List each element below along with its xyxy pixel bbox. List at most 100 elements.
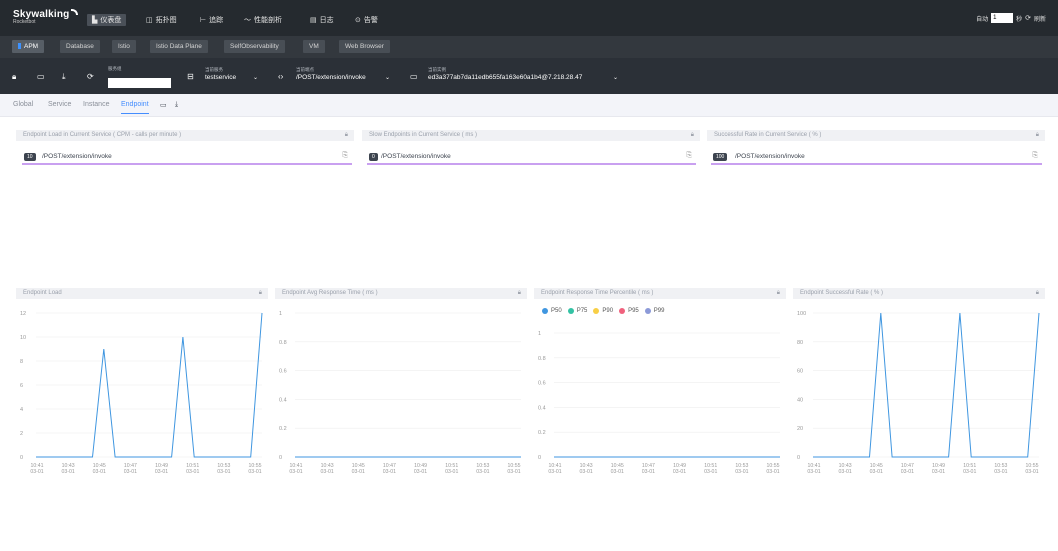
- service-group-input[interactable]: [108, 78, 171, 88]
- service-group-label: 服务组: [108, 66, 122, 71]
- response-percentile-chart: 0 0.2 0.4 0.6 0.8 1 10:41 03-01 10:43 03-01 10:45 0…: [534, 303, 786, 475]
- chevron-down-icon[interactable]: ⌄: [613, 74, 618, 81]
- list-item[interactable]: 100 /POST/extension/invoke ⎘: [711, 150, 1042, 165]
- y-tick-label: 0.6: [538, 381, 546, 387]
- lock-icon[interactable]: 🔒︎: [345, 130, 348, 141]
- chart-title-text: Endpoint Successful Rate ( % ): [800, 290, 884, 296]
- x-tick-label: 03-01: [839, 469, 852, 475]
- layer-web-browser[interactable]: Web Browser: [339, 40, 390, 53]
- auto-label[interactable]: 自动: [976, 14, 988, 23]
- reload-icon[interactable]: ⟳: [87, 72, 94, 81]
- lock-icon[interactable]: 🔒︎: [777, 288, 780, 299]
- panel-title-text: Slow Endpoints in Current Service ( ms ): [369, 132, 478, 138]
- x-tick-label: 03-01: [217, 469, 230, 475]
- chart-title: Endpoint Load 🔒︎: [16, 288, 268, 299]
- instance-value: ed3a377ab7da11edb655fa163e60a1b4@7.218.2…: [428, 74, 583, 81]
- nav-alarm[interactable]: ⊙ 告警: [355, 14, 378, 26]
- chart-svg: 02040608010010:4103-0110:4303-0110:4503-…: [797, 311, 1040, 475]
- x-tick-label: 03-01: [642, 469, 655, 475]
- nav-profile[interactable]: 〜 性能剖析: [244, 14, 282, 26]
- nav-trace[interactable]: ⊢ 追踪: [200, 14, 223, 26]
- nav-dashboard[interactable]: ▙ 仪表盘: [87, 14, 127, 26]
- chart-title-text: Endpoint Avg Response Time ( ms ): [282, 290, 378, 296]
- dashboard-icon: ▙: [92, 17, 98, 24]
- tab-global[interactable]: Global: [13, 101, 33, 108]
- refresh-label[interactable]: 刷新: [1034, 14, 1046, 23]
- series-line: [813, 312, 1040, 458]
- y-tick-label: 10: [20, 335, 26, 341]
- chart-title: Endpoint Successful Rate ( % ) 🔒︎: [793, 288, 1045, 299]
- x-tick-label: 03-01: [932, 469, 945, 475]
- folder-icon[interactable]: ▭: [37, 72, 45, 81]
- folder-icon[interactable]: ▭: [160, 101, 167, 109]
- y-tick-label: 0: [797, 455, 800, 461]
- layer-istio[interactable]: Istio: [112, 40, 136, 53]
- layer-vm[interactable]: VM: [303, 40, 325, 53]
- nav-label: 追踪: [209, 17, 224, 24]
- tab-instance[interactable]: Instance: [83, 101, 109, 108]
- layer-selfobservability[interactable]: SelfObservability: [224, 40, 285, 53]
- list-item[interactable]: 0 /POST/extension/invoke ⎘: [367, 150, 696, 165]
- service-value: testservice: [205, 74, 237, 81]
- profile-icon: 〜: [244, 17, 251, 24]
- y-tick-label: 0: [279, 455, 282, 461]
- download-icon[interactable]: ⤓: [62, 72, 66, 82]
- y-tick-label: 40: [797, 397, 803, 403]
- x-tick-label: 03-01: [62, 469, 75, 475]
- lock-icon[interactable]: 🔒︎: [1036, 130, 1039, 141]
- lock-icon[interactable]: 🔒︎: [691, 130, 694, 141]
- y-tick-label: 6: [20, 383, 23, 389]
- y-tick-label: 100: [797, 311, 806, 317]
- interval-input[interactable]: 1: [991, 13, 1014, 23]
- endpoint-value: /POST/extension/invoke: [296, 74, 366, 81]
- endpoint-selector[interactable]: 当前端点 /POST/extension/invoke: [296, 67, 366, 81]
- panel-title: Endpoint Load in Current Service ( CPM -…: [16, 130, 354, 141]
- endpoint-load-chart: 0 2 4 6 8 10 12 10:41 03-01 10:43 03-01 10:45 03-01 1…: [16, 303, 268, 475]
- copy-icon[interactable]: ⎘: [1032, 152, 1038, 160]
- service-label: 当前服务: [205, 67, 223, 72]
- lock-icon[interactable]: 🔒︎: [518, 288, 521, 299]
- x-tick-label: 03-01: [124, 469, 137, 475]
- chart-title: Endpoint Response Time Percentile ( ms )…: [534, 288, 786, 299]
- x-tick-label: 03-01: [963, 469, 976, 475]
- x-tick-label: 03-01: [580, 469, 593, 475]
- y-tick-label: 0.8: [279, 340, 287, 346]
- x-tick-label: 03-01: [1025, 469, 1038, 475]
- x-tick-label: 03-01: [870, 469, 883, 475]
- panel-title: Slow Endpoints in Current Service ( ms )…: [362, 130, 700, 141]
- service-selector[interactable]: 当前服务 testservice: [205, 67, 236, 81]
- lock-icon[interactable]: 🔒︎: [1036, 288, 1039, 299]
- layer-label: VM: [309, 43, 319, 50]
- x-tick-label: 03-01: [289, 469, 302, 475]
- layer-istio-data-plane[interactable]: Istio Data Plane: [150, 40, 208, 53]
- x-tick-label: 03-01: [901, 469, 914, 475]
- nav-log[interactable]: ▤ 日志: [310, 14, 334, 26]
- layer-apm[interactable]: APM: [12, 40, 45, 53]
- layer-database[interactable]: Database: [60, 40, 100, 53]
- x-tick-label: 03-01: [155, 469, 168, 475]
- lock-icon[interactable]: 🔒︎: [259, 288, 262, 299]
- copy-icon[interactable]: ⎘: [686, 152, 692, 160]
- chevron-down-icon[interactable]: ⌄: [253, 74, 258, 81]
- endpoint-icon: ‹›: [278, 72, 284, 81]
- nav-label: 性能剖析: [254, 17, 282, 24]
- chevron-down-icon[interactable]: ⌄: [385, 74, 390, 81]
- layer-label: APM: [24, 43, 39, 50]
- value-badge: 100: [713, 153, 728, 161]
- lock-icon[interactable]: 🔒︎: [12, 72, 16, 82]
- y-tick-label: 0.6: [279, 369, 287, 375]
- refresh-icon[interactable]: ⟳: [1025, 14, 1031, 22]
- tab-endpoint[interactable]: Endpoint: [121, 101, 149, 114]
- x-tick-label: 03-01: [414, 469, 427, 475]
- instance-selector[interactable]: 当前实例 ed3a377ab7da11edb655fa163e60a1b4@7.…: [428, 67, 582, 81]
- chart-svg: 00.20.40.60.8110:4103-0110:4303-0110:450…: [538, 331, 780, 475]
- tab-service[interactable]: Service: [48, 101, 71, 108]
- dashboard-tabs: Global Service Instance Endpoint ▭ ⤓: [0, 94, 1058, 117]
- download-icon[interactable]: ⤓: [175, 101, 178, 109]
- nav-topology[interactable]: ◫ 拓扑图: [146, 14, 177, 26]
- layer-label: Istio Data Plane: [156, 43, 202, 50]
- y-tick-label: 0.2: [279, 426, 287, 432]
- copy-icon[interactable]: ⎘: [342, 152, 348, 160]
- list-item[interactable]: 10 /POST/extension/invoke ⎘: [22, 150, 352, 165]
- y-tick-label: 0.8: [538, 356, 546, 362]
